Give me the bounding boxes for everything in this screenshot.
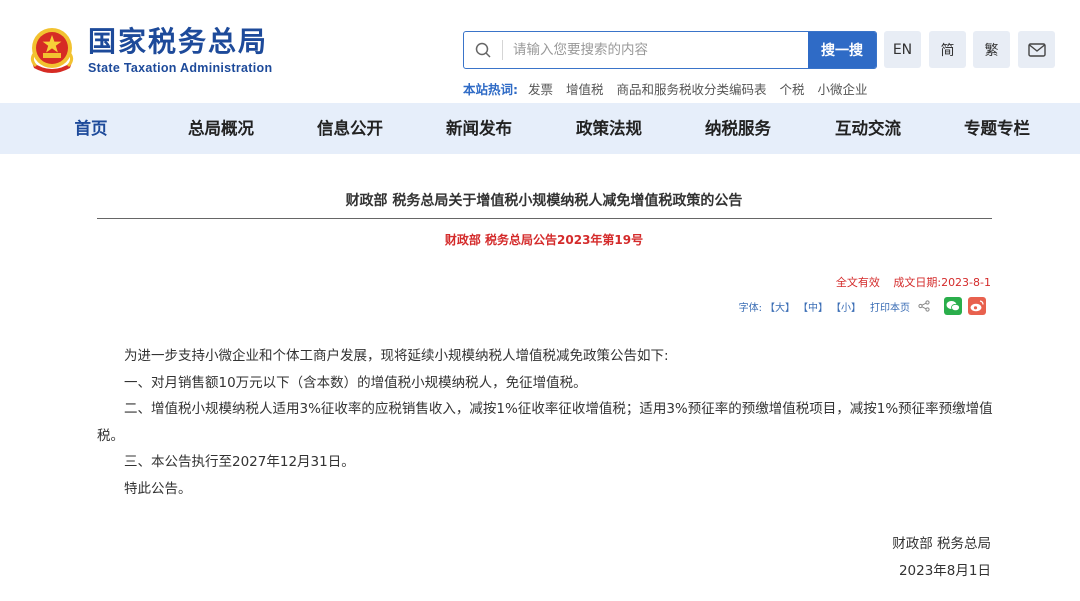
hot-word-link[interactable]: 个税 bbox=[779, 82, 804, 97]
nav-item-special-topics[interactable]: 专题专栏 bbox=[964, 103, 1030, 154]
search-button[interactable]: 搜一搜 bbox=[808, 32, 876, 68]
nav-item-tax-service[interactable]: 纳税服务 bbox=[705, 103, 771, 154]
hot-word-link[interactable]: 商品和服务税收分类编码表 bbox=[616, 82, 766, 97]
hot-word-link[interactable]: 小微企业 bbox=[817, 82, 867, 97]
lang-english-button[interactable]: EN bbox=[884, 31, 921, 68]
print-button[interactable]: 打印本页 bbox=[870, 299, 910, 314]
nav-item-news[interactable]: 新闻发布 bbox=[446, 103, 512, 154]
share-icon[interactable] bbox=[918, 300, 930, 312]
title-divider bbox=[97, 218, 992, 219]
nav-item-overview[interactable]: 总局概况 bbox=[188, 103, 254, 154]
body-paragraph: 三、本公告执行至2027年12月31日。 bbox=[124, 454, 355, 470]
body-paragraph: 特此公告。 bbox=[124, 480, 192, 497]
nav-item-info-disclosure[interactable]: 信息公开 bbox=[317, 103, 383, 154]
national-emblem-icon bbox=[26, 24, 78, 76]
search-input[interactable] bbox=[503, 32, 808, 68]
article-body: 为进一步支持小微企业和个体工商户发展，现将延续小规模纳税人增值税减免政策公告如下… bbox=[97, 343, 995, 502]
document-number: 财政部 税务总局公告2023年第19号 bbox=[444, 233, 644, 247]
font-small-button[interactable]: 【小】 bbox=[831, 299, 861, 314]
body-paragraph: 二、增值税小规模纳税人适用3%征收率的应税销售收入，减按1%征收率征收增值税；适… bbox=[97, 401, 993, 444]
mail-button[interactable] bbox=[1018, 31, 1055, 68]
site-logo[interactable]: 国家税务总局 State Taxation Administration bbox=[26, 24, 272, 76]
article-meta: 全文有效 成文日期:2023-8-1 bbox=[836, 274, 991, 290]
wechat-share-button[interactable] bbox=[944, 297, 962, 315]
nav-item-policy[interactable]: 政策法规 bbox=[576, 103, 642, 154]
hot-word-link[interactable]: 发票 bbox=[528, 82, 553, 97]
site-header: 国家税务总局 State Taxation Administration 搜一搜… bbox=[0, 0, 1080, 103]
hot-word-link[interactable]: 增值税 bbox=[566, 82, 604, 97]
issue-date: 成文日期:2023-8-1 bbox=[893, 276, 991, 289]
font-medium-button[interactable]: 【中】 bbox=[798, 299, 828, 314]
article-tools: 字体: 【大】 【中】 【小】 打印本页 bbox=[739, 296, 986, 316]
weibo-share-button[interactable] bbox=[968, 297, 986, 315]
font-size-label: 字体: bbox=[738, 302, 762, 314]
hot-words-bar: 本站热词: 发票 增值税 商品和服务税收分类编码表 个税 小微企业 bbox=[463, 79, 877, 98]
mail-icon bbox=[1027, 42, 1046, 57]
search-icon bbox=[464, 32, 502, 68]
lang-traditional-button[interactable]: 繁 bbox=[973, 31, 1010, 68]
signature-date: 2023年8月1日 bbox=[898, 563, 991, 579]
signature: 财政部 税务总局 bbox=[892, 536, 991, 552]
nav-item-home[interactable]: 首页 bbox=[75, 103, 108, 154]
weibo-icon bbox=[970, 300, 984, 312]
search-box: 搜一搜 bbox=[463, 31, 877, 69]
hot-words-label: 本站热词: bbox=[463, 82, 518, 97]
logo-chinese-name: 国家税务总局 bbox=[88, 25, 269, 58]
wechat-icon bbox=[946, 301, 960, 312]
main-nav: 首页 总局概况 信息公开 新闻发布 政策法规 纳税服务 互动交流 专题专栏 bbox=[0, 103, 1080, 154]
body-paragraph: 一、对月销售额10万元以下（含本数）的增值税小规模纳税人，免征增值税。 bbox=[124, 374, 587, 391]
lang-simplified-button[interactable]: 简 bbox=[929, 31, 966, 68]
font-large-button[interactable]: 【大】 bbox=[765, 299, 795, 314]
body-paragraph: 为进一步支持小微企业和个体工商户发展，现将延续小规模纳税人增值税减免政策公告如下… bbox=[124, 348, 669, 364]
nav-item-interaction[interactable]: 互动交流 bbox=[835, 103, 901, 154]
validity-status: 全文有效 bbox=[835, 276, 880, 289]
logo-english-name: State Taxation Administration bbox=[88, 61, 273, 75]
article-title: 财政部 税务总局关于增值税小规模纳税人减免增值税政策的公告 bbox=[345, 193, 743, 209]
